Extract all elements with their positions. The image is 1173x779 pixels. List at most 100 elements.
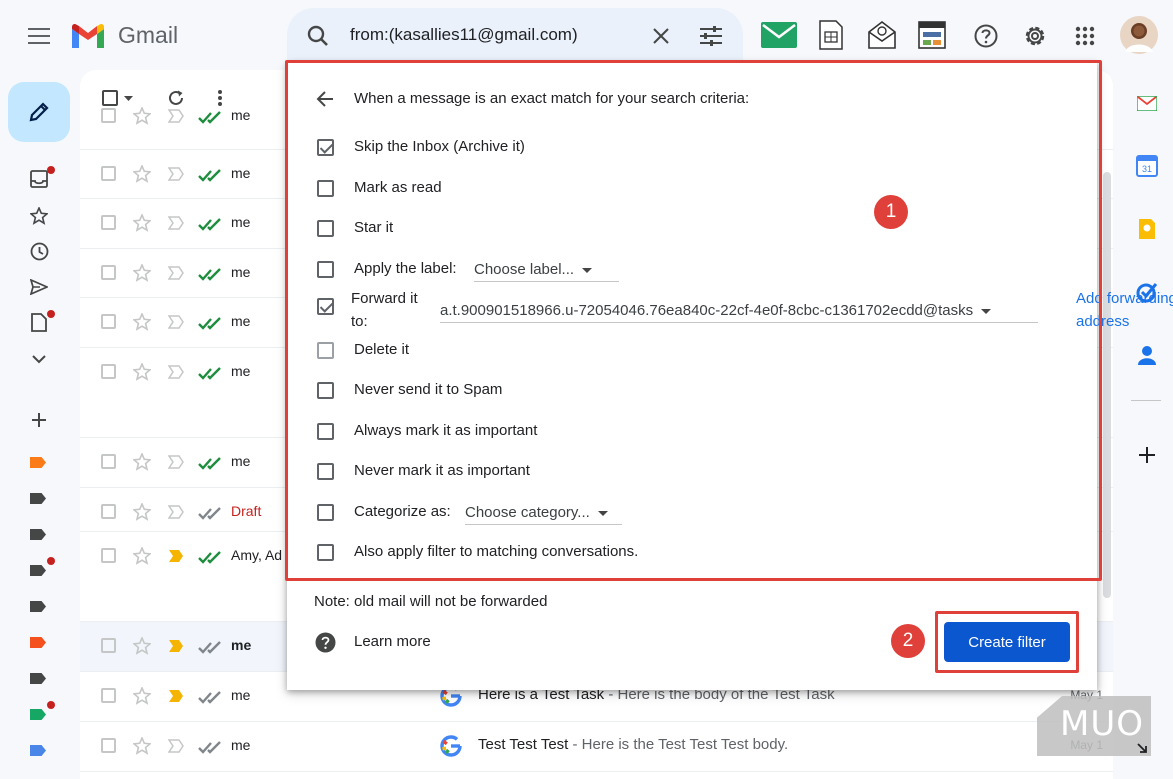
options-highlight-box [285,60,1102,581]
main-menu-icon[interactable] [24,24,54,48]
starred-icon[interactable] [28,205,50,227]
watermark-arrow-icon [1134,740,1150,756]
row-sender: me [231,637,252,653]
importance-marker-icon[interactable] [168,109,184,123]
spreadsheet-addon-icon[interactable] [816,18,846,52]
apps-grid-icon[interactable] [1069,20,1101,52]
label-tag-icon[interactable] [30,493,46,504]
row-sender: me [231,214,251,230]
star-icon[interactable] [133,737,151,755]
table-row[interactable]: me Test Test Test - Here is the Test Test… [80,722,1113,772]
importance-marker-icon[interactable] [168,315,184,329]
get-addons-plus-icon[interactable] [1134,442,1160,468]
avatar[interactable] [1120,16,1158,54]
label-tag-icon[interactable] [30,529,46,540]
label-tag-icon[interactable] [30,601,46,612]
importance-marker-icon[interactable] [168,266,184,280]
add-label-icon[interactable] [28,409,50,431]
label-red-icon[interactable] [30,637,46,648]
row-sender: me [231,363,251,379]
search-input[interactable]: from:(kasallies11@gmail.com) [350,25,578,45]
row-checkbox[interactable] [101,108,116,123]
search-icon[interactable] [304,22,332,50]
gmail-logo-icon[interactable] [70,22,106,50]
search-options-icon[interactable] [697,22,725,50]
importance-marker-icon[interactable] [168,455,184,469]
select-all-checkbox[interactable] [98,88,136,108]
row-checkbox[interactable] [101,166,116,181]
star-icon[interactable] [133,313,151,331]
star-icon[interactable] [133,165,151,183]
label-orange-icon[interactable] [30,457,46,468]
importance-marker-icon[interactable] [168,689,184,703]
refresh-icon[interactable] [164,86,188,110]
help-icon[interactable] [970,20,1002,52]
row-sender: me [231,264,251,280]
annotation-badge-2: 2 [891,624,925,658]
row-sender: Amy, Ad [231,547,283,563]
gmail-side-icon[interactable] [1134,92,1160,114]
dashboard-addon-icon[interactable] [916,18,948,52]
row-checkbox[interactable] [101,364,116,379]
open-mail-addon-icon[interactable] [866,18,898,52]
calendar-icon[interactable]: 31 [1134,153,1160,179]
create-filter-button[interactable]: Create filter [944,622,1070,662]
row-checkbox[interactable] [101,738,116,753]
read-receipt-icon [198,169,221,182]
clear-search-icon[interactable] [648,23,674,49]
importance-marker-icon[interactable] [168,167,184,181]
sent-icon[interactable] [28,276,50,298]
row-sender: me [231,313,251,329]
row-checkbox[interactable] [101,215,116,230]
read-receipt-icon [198,457,221,470]
drafts-dot [47,310,55,318]
label-unread-dot [47,701,55,709]
label-tag-icon[interactable] [30,673,46,684]
importance-marker-icon[interactable] [168,365,184,379]
label-tag-icon[interactable] [30,565,46,576]
read-receipt-icon [198,691,221,704]
row-checkbox[interactable] [101,454,116,469]
star-icon[interactable] [133,503,151,521]
learn-more-link[interactable]: Learn more [354,633,431,650]
mail-addon-icon[interactable] [760,20,798,50]
row-checkbox[interactable] [101,265,116,280]
more-options-icon[interactable] [210,86,230,110]
importance-marker-icon[interactable] [168,505,184,519]
row-sender: me [231,107,251,123]
row-checkbox[interactable] [101,548,116,563]
more-chevron-down-icon[interactable] [28,348,50,370]
star-icon[interactable] [133,687,151,705]
scrollbar[interactable] [1103,172,1111,598]
star-icon[interactable] [133,453,151,471]
star-icon[interactable] [133,264,151,282]
snoozed-clock-icon[interactable] [28,240,50,262]
row-checkbox[interactable] [101,638,116,653]
side-panel-divider [1131,400,1161,401]
importance-marker-icon[interactable] [168,639,184,653]
star-icon[interactable] [133,107,151,125]
settings-gear-icon[interactable] [1019,20,1051,52]
read-receipt-icon [198,551,221,564]
importance-marker-icon[interactable] [168,216,184,230]
star-icon[interactable] [133,547,151,565]
star-icon[interactable] [133,214,151,232]
read-receipt-icon [198,741,221,754]
label-green-icon[interactable] [30,709,46,720]
read-receipt-icon [198,111,221,124]
read-receipt-icon [198,507,221,520]
row-checkbox[interactable] [101,504,116,519]
label-blue-icon[interactable] [30,745,46,756]
compose-button[interactable] [8,82,70,142]
star-icon[interactable] [133,363,151,381]
importance-marker-icon[interactable] [168,549,184,563]
contacts-icon[interactable] [1134,342,1160,368]
read-receipt-icon [198,268,221,281]
row-checkbox[interactable] [101,314,116,329]
importance-marker-icon[interactable] [168,739,184,753]
row-checkbox[interactable] [101,688,116,703]
star-icon[interactable] [133,637,151,655]
keep-icon[interactable] [1134,216,1160,242]
row-sender: me [231,165,251,181]
read-receipt-icon [198,218,221,231]
